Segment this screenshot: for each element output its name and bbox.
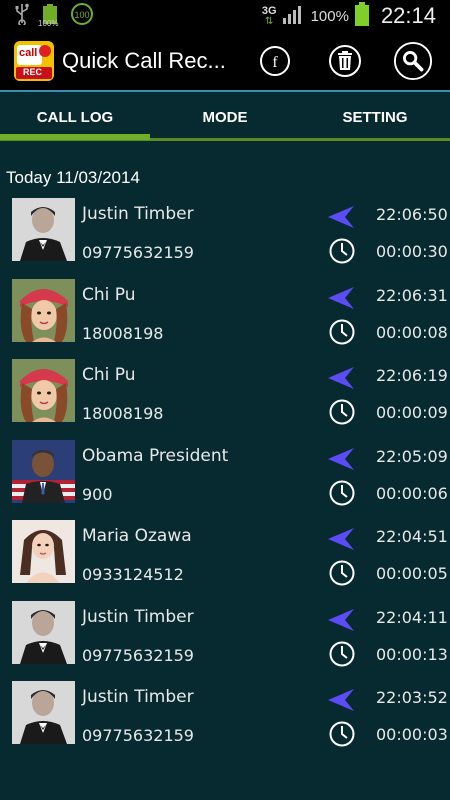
- call-time: 22:06:50: [376, 205, 448, 224]
- outgoing-call-icon: [328, 447, 354, 470]
- call-duration: 00:00:06: [376, 483, 448, 503]
- outgoing-call-icon: [328, 528, 354, 550]
- status-bar: 100% 100 3G ⇅ 100% 22:14: [0, 0, 450, 32]
- network-label: 3G: [261, 4, 277, 17]
- outgoing-call-icon: [328, 608, 354, 631]
- action-bar: call REC Quick Call Rec... f: [0, 32, 450, 90]
- clock-icon: [329, 480, 355, 505]
- call-duration: 00:00:30: [376, 242, 448, 261]
- call-duration: 00:00:08: [376, 322, 448, 342]
- phone-number: 18008198: [82, 404, 164, 423]
- outgoing-call-icon: [328, 367, 354, 389]
- call-duration: 00:00:09: [376, 403, 448, 422]
- contact-name: Justin Timber: [82, 687, 194, 707]
- contact-name: Justin Timber: [82, 606, 194, 627]
- date-header: Today 11/03/2014: [6, 168, 140, 187]
- search-icon: [393, 41, 433, 81]
- network-type-icon: 3G ⇅: [261, 4, 277, 27]
- tab-setting[interactable]: SETTING: [300, 92, 450, 142]
- clock-icon: [329, 721, 355, 747]
- avatar: [12, 520, 75, 583]
- battery-small-icon: 100%: [38, 4, 60, 28]
- battery-percent: 100%: [310, 7, 349, 25]
- avatar: [12, 278, 75, 342]
- app-title: Quick Call Rec...: [62, 48, 226, 73]
- contact-name: Justin Timber: [82, 204, 194, 224]
- search-button[interactable]: [393, 41, 433, 81]
- outgoing-call-icon: [328, 286, 354, 309]
- call-row[interactable]: Justin Timber 09775632159 22:03:52 00:00…: [0, 681, 450, 762]
- tab-mode[interactable]: MODE: [150, 92, 300, 142]
- app-icon-call-text: call: [19, 47, 38, 59]
- avatar: [12, 681, 75, 744]
- phone-number: 09775632159: [82, 645, 194, 665]
- call-time: 22:03:52: [376, 688, 448, 707]
- battery-small-label: 100%: [38, 19, 59, 28]
- call-time: 22:04:51: [376, 527, 448, 546]
- avatar: [12, 359, 75, 422]
- avatar: [12, 198, 75, 261]
- phone-number: 09775632159: [82, 243, 194, 262]
- call-row[interactable]: Obama President 900 22:05:09 00:00:06: [0, 439, 450, 521]
- svg-text:f: f: [272, 54, 278, 71]
- call-time: 22:05:09: [376, 446, 448, 466]
- call-row[interactable]: Maria Ozawa 0933124512 22:04:51 00:00:05: [0, 520, 450, 601]
- call-time: 22:04:11: [376, 607, 448, 627]
- clock-icon: [329, 238, 355, 264]
- call-list: Justin Timber 09775632159 22:06:50 00:00…: [0, 198, 450, 762]
- call-duration: 00:00:05: [376, 564, 448, 583]
- call-time: 22:06:31: [376, 285, 448, 305]
- sync-icon: 100: [70, 2, 94, 30]
- call-duration: 00:00:03: [376, 725, 448, 744]
- clock-icon: [329, 319, 355, 344]
- tab-active-indicator: [0, 134, 150, 140]
- delete-button[interactable]: [325, 41, 365, 81]
- app-icon[interactable]: call REC: [14, 41, 54, 81]
- clock-icon: [329, 399, 355, 425]
- avatar: [12, 600, 75, 664]
- call-time: 22:06:19: [376, 366, 448, 385]
- phone-number: 09775632159: [82, 726, 194, 745]
- clock-icon: [329, 641, 355, 666]
- call-row[interactable]: Justin Timber 09775632159 22:06:50 00:00…: [0, 198, 450, 279]
- phone-number: 18008198: [82, 323, 164, 343]
- usb-icon: [14, 3, 30, 29]
- svg-text:100: 100: [74, 10, 89, 20]
- contact-name: Maria Ozawa: [82, 526, 192, 546]
- call-row[interactable]: Chi Pu 18008198 22:06:31 00:00:08: [0, 278, 450, 360]
- contact-name: Chi Pu: [82, 365, 136, 385]
- contact-name: Chi Pu: [82, 284, 136, 305]
- trash-icon: [329, 45, 361, 77]
- call-duration: 00:00:13: [376, 644, 448, 664]
- outgoing-call-icon: [328, 206, 354, 228]
- phone-number: 900: [82, 484, 113, 504]
- facebook-button[interactable]: f: [255, 41, 295, 81]
- app-icon-label: REC: [23, 67, 43, 77]
- contact-name: Obama President: [82, 445, 229, 466]
- call-row[interactable]: Chi Pu 18008198 22:06:19 00:00:09: [0, 359, 450, 440]
- outgoing-call-icon: [328, 689, 354, 711]
- clock: 22:14: [380, 3, 436, 28]
- signal-icon: [282, 4, 305, 28]
- avatar: [12, 439, 75, 503]
- battery-icon: [354, 2, 369, 30]
- facebook-icon: f: [260, 46, 290, 76]
- clock-icon: [329, 560, 355, 586]
- phone-number: 0933124512: [82, 565, 184, 584]
- call-row[interactable]: Justin Timber 09775632159 22:04:11 00:00…: [0, 600, 450, 682]
